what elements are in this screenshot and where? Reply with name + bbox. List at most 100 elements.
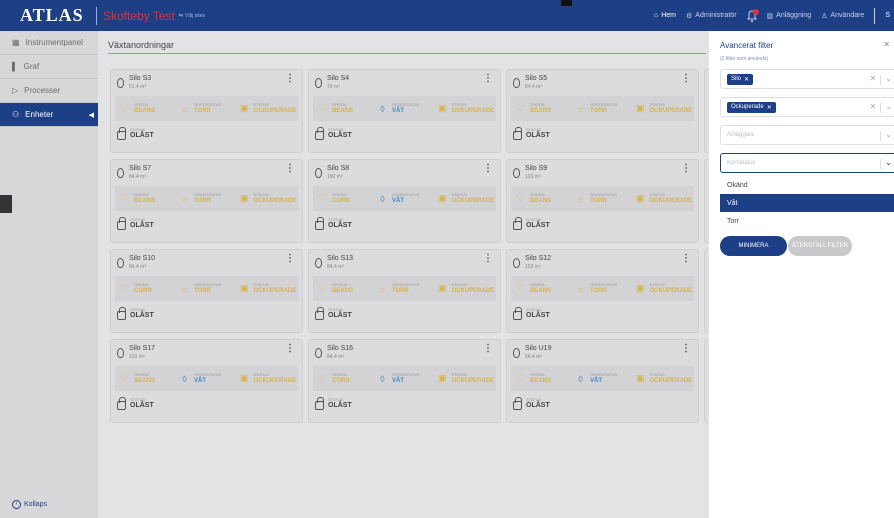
grain-status-options: Okänd Våt Torr [720, 176, 894, 230]
bulb-icon: ♡ [318, 373, 327, 383]
sidebar-item-processes[interactable]: ▷ Processer [0, 79, 98, 103]
nav-admin[interactable]: ⚙ Administratör [686, 12, 737, 20]
silo-card[interactable]: Silo S10 84.4 m³ ⋮ ♡ GRÖDA CORN ☼ GRÖDSTATUS TOR… [110, 249, 303, 333]
minimize-button[interactable]: MINIMERA [720, 236, 787, 256]
collapse-button[interactable]: ‹ Kollaps [12, 500, 47, 509]
silo-card[interactable]: Silo S17 103 m³ ⋮ ♡ GRÖDA BEANS ◊ GRÖDSTATUS VÅT… [110, 339, 303, 423]
lock-status: STATUS OLÅST [507, 306, 698, 320]
lock-icon [513, 306, 522, 320]
silo-icon [315, 168, 322, 178]
silo-card[interactable]: Silo S9 103 m³ ⋮ ♡ GRÖDA BEANS ☼ GRÖDSTATUS TORR… [506, 159, 699, 243]
crop-metric: ♡ GRÖDA BEANS [511, 372, 571, 385]
silo-card[interactable]: Silo S3 51.4 m³ ⋮ ♡ GRÖDA BEANS ☼ GRÖDSTATUS TOR… [110, 69, 303, 153]
nav-user-menu[interactable]: S [885, 12, 890, 19]
sun-icon: ☼ [180, 103, 189, 114]
nav-facility[interactable]: ▥ Anläggning [767, 12, 812, 20]
card-title: Silo S17 103 m³ [129, 345, 155, 361]
silo-name: Silo S7 [129, 165, 152, 172]
bulb-icon: ♡ [318, 193, 327, 203]
status-metric: ▣ STATUS OCKUPERADE [433, 282, 494, 295]
metrics-row: ♡ GRÖDA BEANS ☼ GRÖDSTATUS TORR ▣ STATUS OCKUPER… [511, 186, 694, 211]
silo-name: Silo S8 [327, 165, 350, 172]
option-unknown[interactable]: Okänd [720, 176, 894, 194]
filter-facility-field[interactable]: Anläggare ⌄ [720, 125, 894, 145]
card-header: Silo S13 84.4 m³ [309, 250, 500, 276]
silo-card[interactable]: Silo S4 76 m³ ⋮ ♡ GRÖDA BEANS ◊ GRÖDSTATUS VÅT ▣ S… [308, 69, 501, 153]
silo-card[interactable]: Silo S13 84.4 m³ ⋮ ♡ GRÖDA BEANS ☼ GRÖDSTATUS TO… [308, 249, 501, 333]
status-metric: ▣ STATUS OCKUPERADE [235, 102, 296, 115]
field-divider [880, 103, 882, 113]
more-vertical-icon[interactable]: ⋮ [681, 74, 691, 84]
status-metric: ▣ STATUS OCKUPERADE [631, 372, 692, 385]
sidebar-item-dashboard[interactable]: ▦ Instrumentpanel [0, 31, 98, 55]
metric-value: BEANS [134, 378, 156, 384]
lock-status: STATUS OLÅST [309, 216, 500, 230]
sidebar-item-graph[interactable]: ▌ Graf [0, 55, 98, 79]
metrics-row: ♡ GRÖDA BEANS ◊ GRÖDSTATUS VÅT ▣ STATUS OCKUPERA… [115, 366, 298, 391]
crop-metric: ♡ GRÖDA CORN [313, 192, 373, 205]
filter-chip[interactable]: Ockuperade ✕ [727, 101, 776, 113]
silo-card[interactable]: Silo S8 160 m³ ⋮ ♡ GRÖDA CORN ◊ GRÖDSTATUS VÅT ▣ S… [308, 159, 501, 243]
lock-icon [117, 396, 126, 410]
nav-home[interactable]: ⌂ Hem [654, 12, 676, 19]
chevron-down-icon[interactable]: ⌄ [885, 158, 892, 169]
close-icon[interactable]: ✕ [883, 40, 890, 49]
option-wet[interactable]: Våt [720, 194, 894, 212]
clear-icon[interactable]: ✕ [870, 74, 877, 85]
chevron-down-icon[interactable]: ⌄ [885, 74, 892, 85]
more-vertical-icon[interactable]: ⋮ [483, 164, 493, 174]
drop-icon: ◊ [380, 103, 385, 114]
crop-metric: ♡ GRÖDA BEANS [313, 102, 373, 115]
site-switch[interactable]: ⇆ Välj sites [179, 13, 205, 19]
bulb-icon: ♡ [516, 283, 525, 293]
more-vertical-icon[interactable]: ⋮ [483, 344, 493, 354]
chevron-down-icon[interactable]: ⌄ [885, 130, 892, 141]
clear-icon[interactable]: ✕ [870, 102, 877, 113]
chip-remove-icon[interactable]: ✕ [767, 104, 772, 111]
filter-chip[interactable]: Silo ✕ [727, 73, 754, 85]
chevron-down-icon[interactable]: ⌄ [885, 102, 892, 113]
more-vertical-icon[interactable]: ⋮ [483, 254, 493, 264]
lock-value: OLÅST [130, 312, 154, 319]
crop-metric: ♡ GRÖDA BEANS [115, 102, 175, 115]
more-vertical-icon[interactable]: ⋮ [483, 74, 493, 84]
filter-type-field[interactable]: Silo ✕ ✕ ⌄ [720, 69, 894, 89]
status-metric: ▣ STATUS OCKUPERADE [235, 192, 296, 205]
bell-icon [746, 8, 759, 22]
more-vertical-icon[interactable]: ⋮ [285, 344, 295, 354]
field-controls: ✕ ⌄ [870, 74, 892, 85]
card-title: Silo S12 103 m³ [525, 255, 551, 271]
more-vertical-icon[interactable]: ⋮ [681, 254, 691, 264]
more-vertical-icon[interactable]: ⋮ [285, 164, 295, 174]
more-vertical-icon[interactable]: ⋮ [681, 344, 691, 354]
card-title: Silo S3 51.4 m³ [129, 75, 151, 91]
drop-icon: ◊ [578, 373, 583, 384]
metric-value: CORN [332, 378, 350, 384]
more-vertical-icon[interactable]: ⋮ [285, 74, 295, 84]
status-metric: ▣ STATUS OCKUPERADE [631, 282, 692, 295]
silo-card[interactable]: Silo S12 103 m³ ⋮ ♡ GRÖDA BEANS ☼ GRÖDSTATUS TOR… [506, 249, 699, 333]
filter-grain-status-field[interactable]: Kornstatus ⌄ [720, 153, 894, 173]
silo-card[interactable]: Silo U19 58.4 m³ ⋮ ♡ GRÖDA BEANS ◊ GRÖDSTATUS VÅ… [506, 339, 699, 423]
silo-card[interactable]: Silo S16 84.4 m³ ⋮ ♡ GRÖDA CORN ◊ GRÖDSTATUS VÅT… [308, 339, 501, 423]
silo-card[interactable]: Silo S7 84.4 m³ ⋮ ♡ GRÖDA BEANS ☼ GRÖDSTATUS TOR… [110, 159, 303, 243]
sidebar-item-devices[interactable]: ⚇ Enheter ◀ [0, 103, 98, 127]
more-vertical-icon[interactable]: ⋮ [681, 164, 691, 174]
filter-status-field[interactable]: Ockuperade ✕ ✕ ⌄ [720, 97, 894, 117]
silo-card[interactable]: Silo S5 84.4 m³ ⋮ ♡ GRÖDA BEANS ☼ GRÖDSTATUS TOR… [506, 69, 699, 153]
nav-users[interactable]: ♙ Användare [821, 12, 864, 20]
notifications-button[interactable] [746, 8, 759, 22]
bulb-icon: ♡ [318, 283, 327, 293]
reset-filter-button[interactable]: ÅTERSTÄLL FILTER [788, 236, 852, 256]
crop-status-metric: ◊ GRÖDSTATUS VÅT [373, 372, 433, 385]
sidebar-item-label: Enheter [25, 110, 54, 119]
notification-dot [752, 8, 759, 15]
silo-icon [513, 348, 520, 358]
site-name[interactable]: Skofteby Test [103, 9, 175, 23]
option-dry[interactable]: Torr [720, 212, 894, 230]
atlas-logo[interactable]: ATLAS [20, 5, 92, 26]
lock-icon [117, 126, 126, 140]
more-vertical-icon[interactable]: ⋮ [285, 254, 295, 264]
crop-metric: ♡ GRÖDA BEANS [115, 192, 175, 205]
chip-remove-icon[interactable]: ✕ [744, 76, 749, 83]
